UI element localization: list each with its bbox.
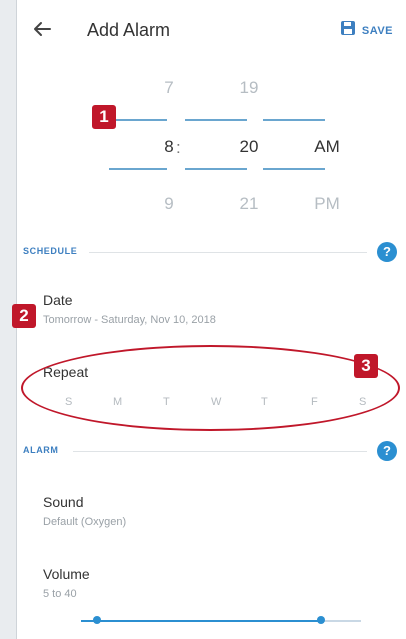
add-alarm-screen: Add Alarm SAVE 7 8 9 : 19 20 21 AM PM SC… xyxy=(16,0,406,639)
hour-selected[interactable]: 8 xyxy=(137,137,201,157)
volume-slider-rest xyxy=(321,620,361,622)
hour-top-divider xyxy=(109,119,167,121)
period-bottom-divider xyxy=(263,168,325,170)
minute-prev[interactable]: 19 xyxy=(217,78,281,98)
time-picker: 7 8 9 : 19 20 21 AM PM xyxy=(17,70,406,230)
back-arrow-icon[interactable] xyxy=(31,18,53,40)
alarm-title: ALARM xyxy=(23,445,59,455)
minute-top-divider xyxy=(185,119,247,121)
volume-max-thumb[interactable] xyxy=(317,616,325,624)
minute-selected[interactable]: 20 xyxy=(217,137,281,157)
save-icon xyxy=(340,20,356,41)
hour-next[interactable]: 9 xyxy=(137,194,201,214)
annotation-badge-3: 3 xyxy=(354,354,378,378)
volume-title: Volume xyxy=(43,566,90,582)
schedule-section-header: SCHEDULE ? xyxy=(17,238,406,268)
date-value: Tomorrow - Saturday, Nov 10, 2018 xyxy=(43,314,216,326)
hour-bottom-divider xyxy=(109,168,167,170)
period-next[interactable]: PM xyxy=(295,194,359,214)
save-label: SAVE xyxy=(361,24,393,37)
date-title: Date xyxy=(43,292,73,308)
save-button[interactable]: SAVE xyxy=(340,20,393,41)
repeat-highlight-oval xyxy=(21,345,400,431)
period-top-divider xyxy=(263,119,325,121)
schedule-title: SCHEDULE xyxy=(23,246,78,256)
annotation-badge-2: 2 xyxy=(12,304,36,328)
annotation-badge-1: 1 xyxy=(92,105,116,129)
period-selected[interactable]: AM xyxy=(295,137,359,157)
volume-value: 5 to 40 xyxy=(43,588,77,600)
divider xyxy=(73,451,367,452)
alarm-section-header: ALARM ? xyxy=(17,437,406,467)
time-separator: : xyxy=(176,138,181,157)
schedule-help-icon[interactable]: ? xyxy=(377,242,397,262)
page-title: Add Alarm xyxy=(87,20,171,40)
alarm-help-icon[interactable]: ? xyxy=(377,441,397,461)
app-bar: Add Alarm SAVE xyxy=(17,0,406,60)
sound-value: Default (Oxygen) xyxy=(43,516,127,528)
volume-slider-track[interactable] xyxy=(81,620,321,622)
volume-min-thumb[interactable] xyxy=(93,616,101,624)
minute-next[interactable]: 21 xyxy=(217,194,281,214)
hour-prev[interactable]: 7 xyxy=(137,78,201,98)
minute-bottom-divider xyxy=(185,168,247,170)
divider xyxy=(89,252,367,253)
sound-title: Sound xyxy=(43,494,84,510)
